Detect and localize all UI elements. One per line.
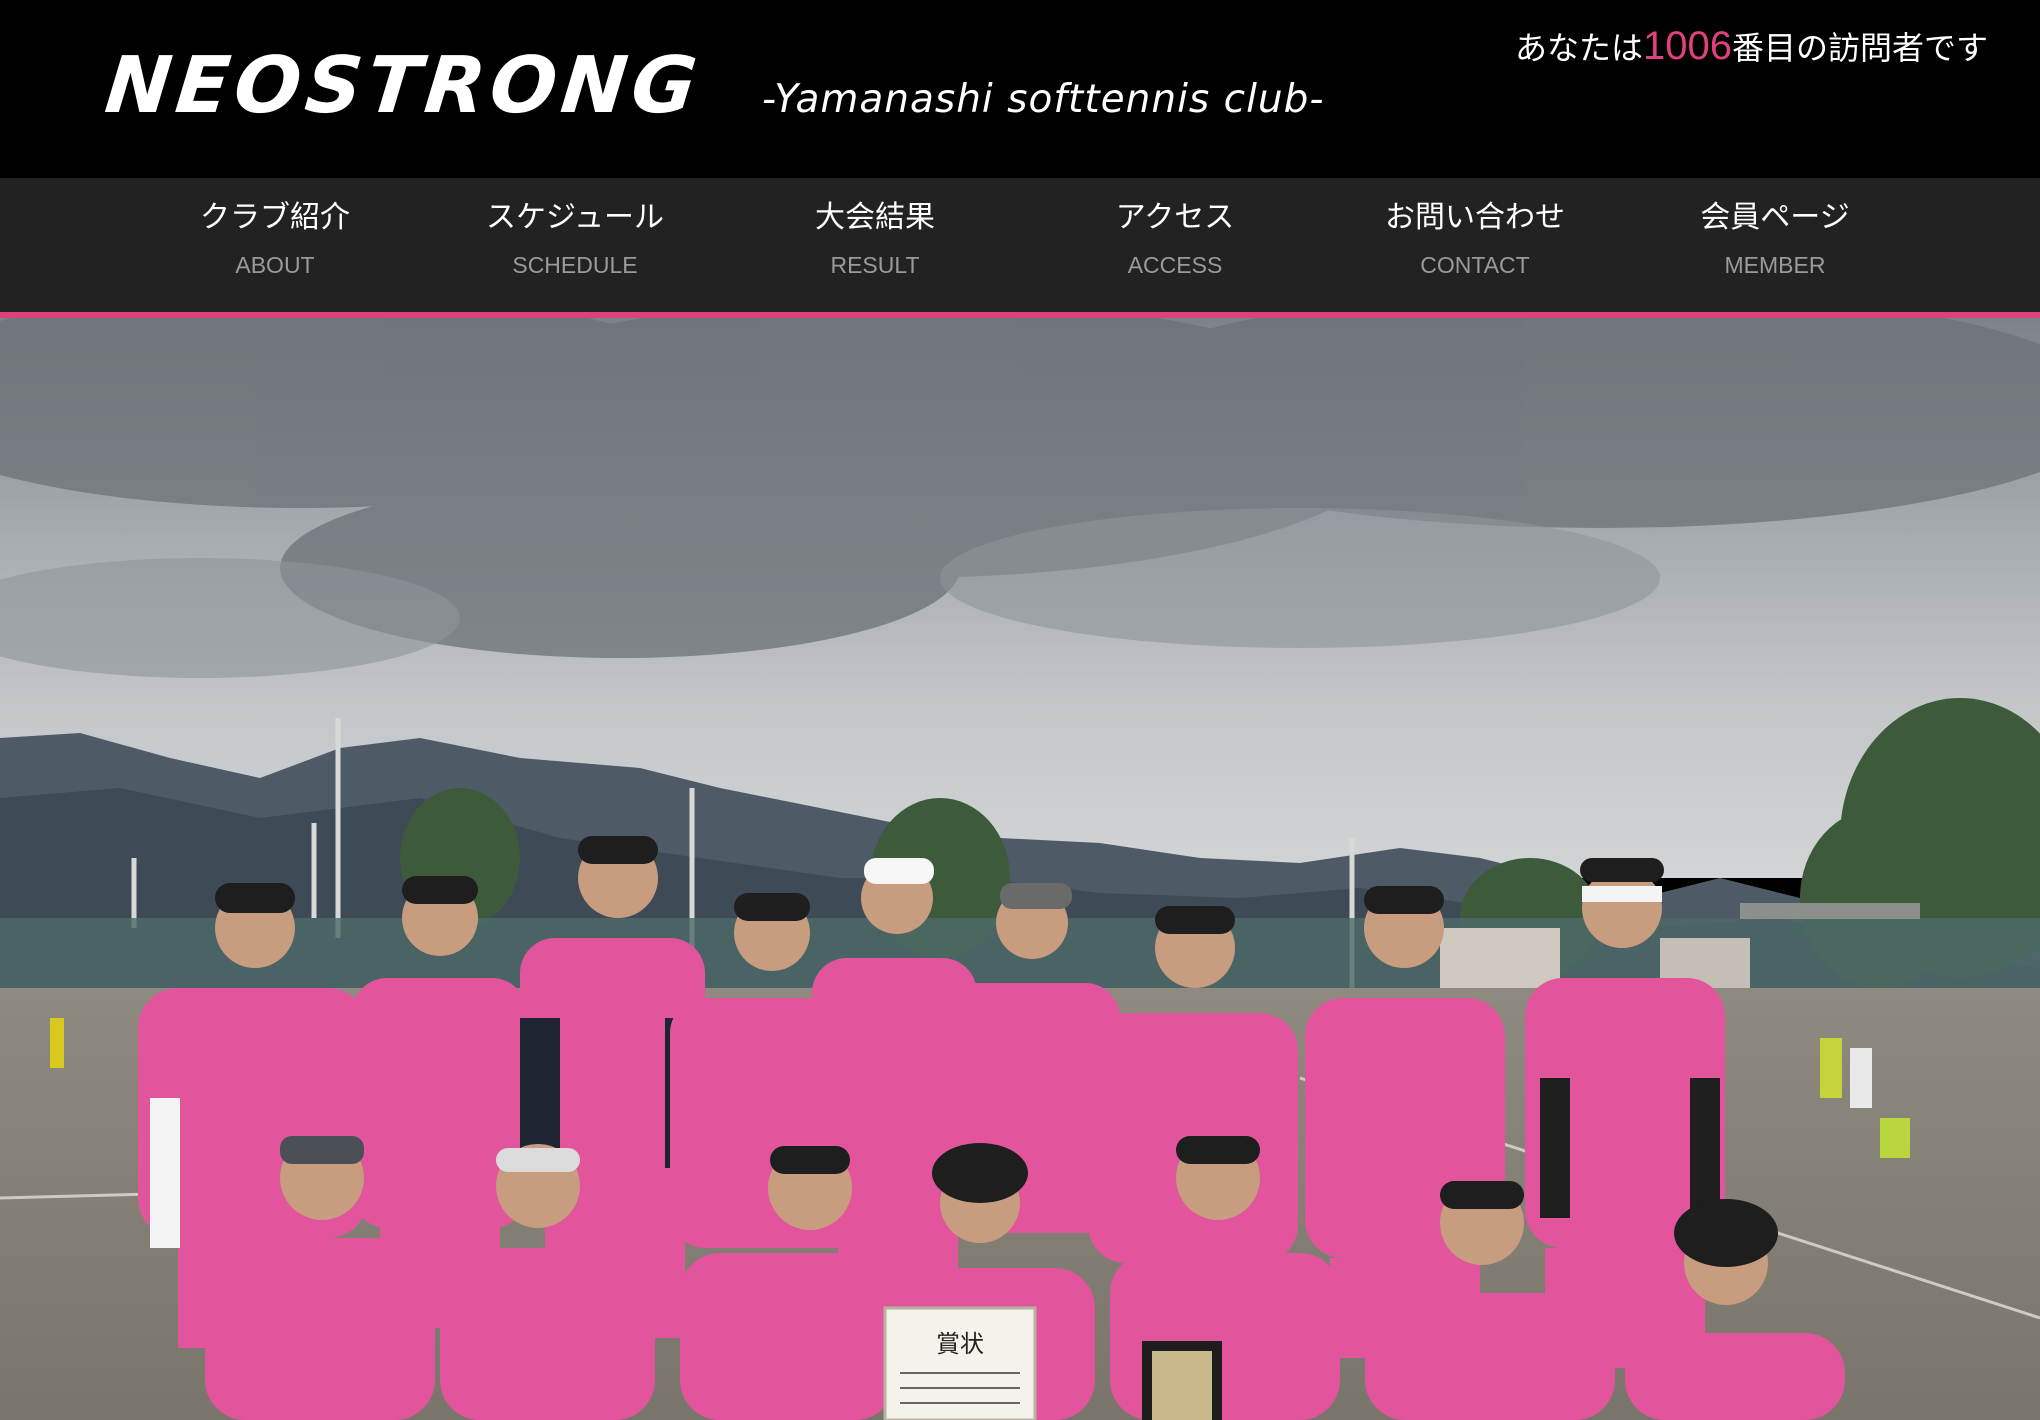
nav-item-access[interactable]: アクセス ACCESS (1025, 178, 1325, 312)
nav-label-en: MEMBER (1724, 252, 1826, 278)
nav-item-about[interactable]: クラブ紹介 ABOUT (125, 178, 425, 312)
award-plaque (1142, 1341, 1222, 1420)
team-photo-illustration: 賞状 (0, 318, 2040, 1420)
house (1440, 928, 1560, 988)
counter-number: 1006 (1643, 24, 1732, 68)
counter-suffix: 番目の訪問者です (1731, 29, 1988, 67)
certificate-title: 賞状 (936, 1330, 984, 1358)
visitor-counter: あなたは1006番目の訪問者です (1515, 22, 1988, 72)
nav-item-member[interactable]: 会員ページ MEMBER (1625, 178, 1925, 312)
nav-label-en: CONTACT (1420, 252, 1530, 278)
nav-label-jp: 大会結果 (815, 200, 935, 235)
hero-team-photo: 賞状 (0, 318, 2040, 1420)
counter-prefix: あなたは (1514, 29, 1643, 67)
award-certificate: 賞状 (883, 1306, 1037, 1420)
nav-label-jp: 会員ページ (1700, 200, 1850, 235)
spectator-stand-roof (1740, 903, 1920, 919)
nav-item-schedule[interactable]: スケジュール SCHEDULE (425, 178, 725, 312)
nav-item-contact[interactable]: お問い合わせ CONTACT (1325, 178, 1625, 312)
nav-item-result[interactable]: 大会結果 RESULT (725, 178, 1025, 312)
nav-label-en: SCHEDULE (512, 252, 638, 278)
nav-label-jp: クラブ紹介 (200, 200, 350, 235)
site-tagline: -Yamanashi softtennis club- (762, 77, 1325, 122)
nav-label-jp: お問い合わせ (1385, 200, 1565, 235)
main-nav: クラブ紹介 ABOUT スケジュール SCHEDULE 大会結果 RESULT … (0, 178, 2040, 312)
site-logo[interactable]: NEOSTRONG (101, 38, 706, 134)
nav-label-jp: スケジュール (486, 200, 664, 235)
nav-label-en: ACCESS (1127, 252, 1223, 278)
site-header: NEOSTRONG -Yamanashi softtennis club- あな… (0, 0, 2040, 178)
nav-label-en: RESULT (830, 252, 920, 278)
nav-label-jp: アクセス (1115, 200, 1235, 235)
nav-label-en: ABOUT (235, 252, 315, 278)
